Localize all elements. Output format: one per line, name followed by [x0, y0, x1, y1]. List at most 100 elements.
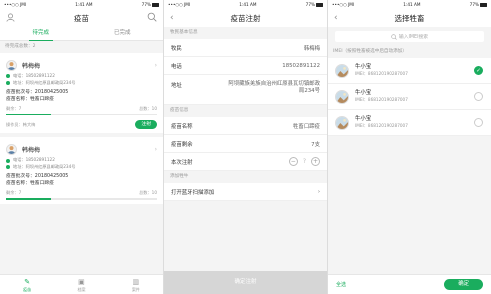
vaccine-task-card[interactable]: 韩梅梅 › 电话：18502891122 地址：阿坝州红原县邮政局234号 疫苗…	[0, 137, 163, 204]
tabbar-item-archive[interactable]: ▣ 档案	[54, 275, 108, 294]
checkbox[interactable]	[474, 118, 483, 127]
battery-text: 77%	[305, 2, 315, 7]
address-line: 地址：阿坝州红原县邮政局234号	[6, 80, 157, 87]
phone-icon	[6, 158, 10, 163]
vaccine-name: 疫苗名称：牲畜口蹄疫	[6, 181, 54, 187]
herder-row: 牧民 韩梅梅	[164, 39, 327, 57]
herder-label: 牧民	[171, 45, 182, 52]
batch-number: 疫苗批次号：20180425005	[6, 174, 69, 180]
inject-button[interactable]: 注射	[135, 120, 157, 130]
bluetooth-label: 打开蓝牙扫描添加	[171, 189, 215, 196]
remaining-value: 7支	[311, 141, 320, 148]
selection-footer: 全选 确定	[328, 274, 491, 294]
vaccine-name-row: 疫苗名称 牲畜口蹄疫	[164, 117, 327, 135]
vaccine-label: 疫苗名称	[171, 123, 193, 130]
vaccine-remaining-row: 疫苗剩余 7支	[164, 135, 327, 153]
checkbox[interactable]	[474, 92, 483, 101]
battery-indicator: 77%	[142, 2, 159, 7]
section-herder-info: 牧民基本信息	[170, 30, 198, 35]
phone-row: 电话 18502891122	[164, 57, 327, 75]
tabbar-item-case[interactable]: ▥ 案件	[109, 275, 163, 294]
search-placeholder: 输入IMEI搜索	[398, 35, 429, 40]
avatar	[6, 59, 17, 71]
select-all-button[interactable]: 全选	[336, 281, 346, 288]
minus-button[interactable]: −	[288, 157, 298, 166]
location-icon	[6, 80, 10, 85]
livestock-imei: IMEI：868120190287007	[355, 123, 408, 128]
bluetooth-scan-row[interactable]: 打开蓝牙扫描添加 ›	[164, 183, 327, 201]
tabbar-label: 档案	[77, 287, 86, 292]
tabbar-item-vaccine[interactable]: ✎ 疫苗	[0, 275, 54, 294]
tab-pending[interactable]: 待完成	[0, 27, 82, 41]
page-title: 疫苗	[74, 13, 89, 23]
tabbar-label: 案件	[131, 287, 140, 292]
select-livestock-screen: •••○○ JMI 1:41 AM 77% ‹ 选择牲畜 输入IMEI搜索 IM…	[328, 0, 491, 294]
vaccine-name: 疫苗名称：牲畜口蹄疫	[6, 97, 54, 102]
confirm-inject-button[interactable]: 确定注射	[164, 271, 327, 294]
phone-value: 18502891122	[282, 62, 320, 69]
checkbox[interactable]: ✓	[474, 66, 483, 75]
user-icon[interactable]	[6, 13, 15, 25]
progress-bar	[6, 198, 157, 200]
address-line: 地址：阿坝州红原县邮政局234号	[6, 164, 157, 171]
pending-count: 待完成总数：2	[5, 44, 36, 49]
page-title: 选择牲畜	[394, 13, 425, 23]
address-row: 地址 阿坝藏族羌族自治州红原县瓦切镇邮政局234号	[164, 75, 327, 105]
nav-bar: 疫苗	[0, 9, 163, 27]
livestock-item[interactable]: 牛小宝 IMEI：868120190287007	[328, 110, 491, 136]
chevron-right-icon[interactable]: ›	[155, 62, 157, 69]
back-icon[interactable]: ‹	[334, 13, 338, 23]
section-add-livestock: 添加牲牛	[170, 174, 189, 179]
remaining-label: 疫苗剩余	[171, 141, 193, 148]
trash-icon: ▥	[132, 278, 140, 286]
nav-bar: ‹ 选择牲畜	[328, 9, 491, 27]
tabbar-label: 疫苗	[23, 287, 32, 292]
archive-icon: ▣	[78, 278, 85, 286]
livestock-item[interactable]: 牛小宝 IMEI：868120190287007	[328, 84, 491, 110]
carrier-text: •••○○ JMI	[4, 2, 27, 7]
livestock-name: 牛小宝	[355, 90, 372, 96]
phone-icon	[6, 74, 10, 79]
plus-button[interactable]: +	[311, 157, 320, 166]
chevron-right-icon[interactable]: ›	[155, 146, 157, 153]
search-icon[interactable]	[147, 12, 157, 24]
livestock-item[interactable]: 牛小宝 IMEI：868120190287007 ✓	[328, 58, 491, 84]
vaccine-task-card[interactable]: 韩梅梅 › 电话：18502891122 地址：阿坝州红原县邮政局234号 疫苗…	[0, 53, 163, 134]
remaining-count: 剩余：7	[6, 190, 22, 196]
total-count: 总数：10	[139, 106, 157, 111]
list-hint: IMEI（按照牲畜被选中后自动添加）	[333, 49, 407, 54]
avatar	[6, 143, 17, 155]
section-vaccine-info: 疫苗信息	[170, 108, 189, 113]
clock-text: 1:41 AM	[239, 2, 257, 7]
battery-icon	[479, 3, 487, 7]
herder-name: 韩梅梅	[22, 146, 41, 154]
chevron-right-icon: ›	[317, 188, 320, 195]
syringe-icon: ✎	[24, 278, 31, 286]
herder-value: 韩梅梅	[303, 45, 320, 52]
search-input[interactable]: 输入IMEI搜索	[335, 31, 484, 42]
battery-indicator: 77%	[470, 2, 487, 7]
search-icon	[391, 33, 397, 40]
address-text: 地址：阿坝州红原县邮政局234号	[13, 79, 76, 85]
address-label: 地址	[171, 83, 182, 89]
battery-text: 77%	[141, 2, 151, 7]
remaining-count: 剩余：7	[6, 106, 22, 111]
batch-number: 疫苗批次号：20180425005	[6, 90, 69, 95]
carrier-text: •••○○ JMI	[332, 2, 355, 7]
status-bar: •••○○ JMI 1:41 AM 77%	[164, 0, 327, 9]
back-icon[interactable]: ‹	[170, 13, 174, 23]
battery-icon	[315, 3, 323, 7]
tab-completed[interactable]: 已完成	[82, 27, 164, 40]
clock-text: 1:41 AM	[75, 2, 93, 7]
status-bar: •••○○ JMI 1:41 AM 77%	[328, 0, 491, 9]
herder-name: 韩梅梅	[22, 62, 41, 70]
carrier-text: •••○○ JMI	[168, 2, 191, 7]
progress-fill	[6, 114, 52, 116]
vaccine-list-screen: •••○○ JMI 1:41 AM 77% 疫苗 待完成 已完成 待完成总数：2…	[0, 0, 163, 294]
operator-text: 操作员：韩大梅	[6, 121, 36, 127]
confirm-button[interactable]: 确定	[444, 279, 483, 290]
quantity-value[interactable]: ?	[303, 158, 306, 165]
quantity-stepper: − ? +	[288, 157, 320, 166]
battery-indicator: 77%	[306, 2, 323, 7]
bottom-tab-bar: ✎ 疫苗 ▣ 档案 ▥ 案件	[0, 274, 163, 294]
